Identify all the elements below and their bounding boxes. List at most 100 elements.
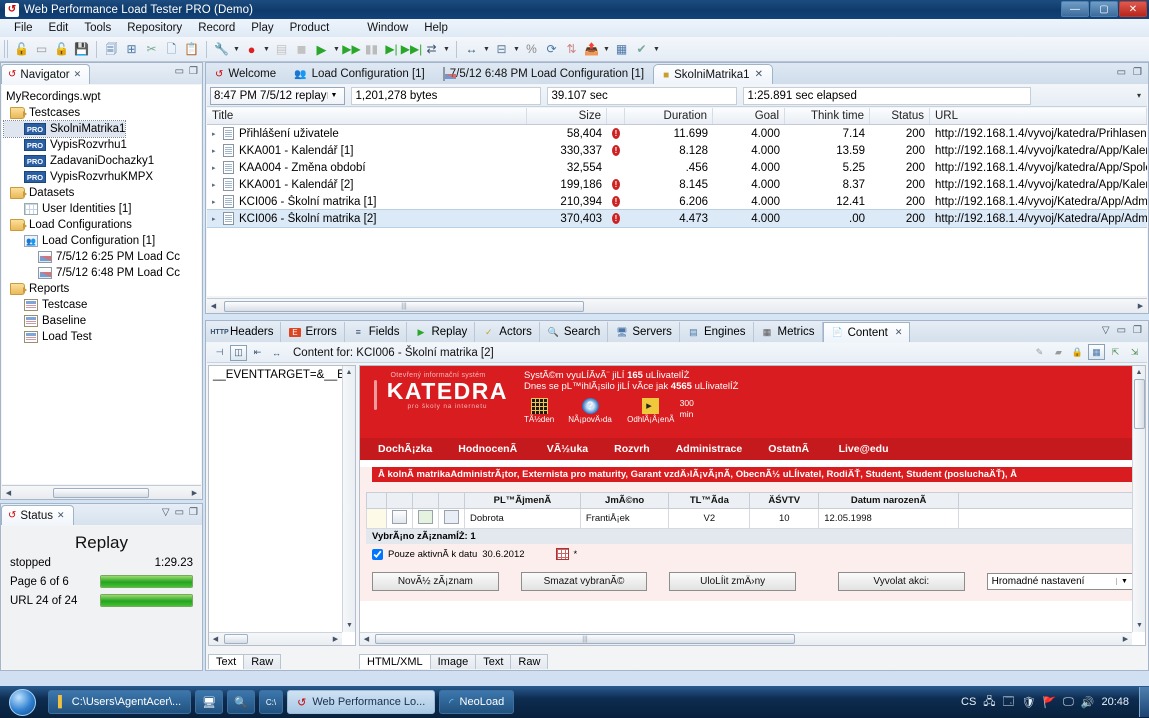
katedra-nav-item-0[interactable]: DochÃ¡zka	[378, 443, 432, 455]
expand-icon[interactable]: ▸	[212, 198, 223, 206]
skip-icon[interactable]: ▶▶|	[401, 40, 423, 59]
close-icon[interactable]: ✕	[895, 327, 903, 338]
minimize-panel-icon[interactable]: ▭	[175, 66, 184, 77]
katedra-table-row[interactable]: Dobrota FrantiÅ¡ek V2 10 12.05.1998	[366, 508, 1139, 529]
scroll-thumb[interactable]	[53, 487, 149, 498]
tab-fields[interactable]: ≡ Fields	[345, 322, 408, 342]
katedra-nav-item-6[interactable]: Live@edu	[839, 443, 889, 455]
editor-tab-load-configuration-1[interactable]: 👥 Load Configuration [1]	[285, 64, 434, 84]
paste-icon[interactable]: 📋	[182, 40, 201, 59]
maximize-panel-icon[interactable]: ❐	[189, 507, 198, 518]
chevron-down-icon[interactable]: ▼	[326, 92, 341, 99]
action-center-icon[interactable]: 🚩	[1042, 696, 1056, 709]
editor-tab-skolnimatrika1[interactable]: ■ SkolniMatrika1 ✕	[653, 64, 773, 84]
chevron-down-icon[interactable]: ▼	[1116, 578, 1128, 585]
highlight-icon[interactable]: ▰	[1050, 344, 1067, 360]
person-icon[interactable]	[444, 510, 459, 524]
katedra-help-action[interactable]: ? NÃ¡povÄ›da	[568, 398, 612, 424]
request-source-pane[interactable]: __EVENTTARGET=&__EV ▲ ▼ ◀ ▶	[208, 365, 356, 646]
bulk-settings-select[interactable]: Hromadné nastavení ▼	[986, 573, 1133, 590]
editor-hscrollbar[interactable]: ◀ ||| ▶	[207, 298, 1147, 313]
sidebar-item-load-test[interactable]: Load Test	[4, 329, 201, 345]
navigator-hscrollbar[interactable]: ◀ ▶	[2, 485, 201, 499]
tab-actors[interactable]: ✓ Actors	[475, 322, 540, 342]
render-tab-text[interactable]: Text	[475, 654, 512, 669]
taskbar-console-button[interactable]: C:\	[258, 690, 284, 714]
menu-play[interactable]: Play	[243, 21, 281, 35]
percent-icon[interactable]: %	[522, 40, 541, 59]
structure-dropdown-icon[interactable]: ▼	[512, 40, 521, 59]
sidebar-item-load-configuration-1[interactable]: 👥 Load Configuration [1]	[4, 233, 201, 249]
view-menu-icon[interactable]: ▽	[162, 507, 170, 518]
scroll-right-icon[interactable]: ▶	[1119, 635, 1132, 643]
tab-status[interactable]: ↺ Status ✕	[1, 505, 74, 525]
resize-dropdown-icon[interactable]: ▼	[482, 40, 491, 59]
scroll-up-icon[interactable]: ▲	[1133, 366, 1145, 379]
menu-file[interactable]: File	[6, 21, 41, 35]
sidebar-item-zadavanidochazky1[interactable]: PRO ZadavaniDochazky1	[4, 153, 201, 169]
shuffle-dropdown-icon[interactable]: ▼	[442, 40, 451, 59]
taskbar-wplt-button[interactable]: ↺ Web Performance Lo...	[287, 690, 436, 714]
stop-icon[interactable]: ◼	[292, 40, 311, 59]
maximize-panel-icon[interactable]: ❐	[1133, 67, 1142, 78]
table-row[interactable]: ▸ KAA004 - Změna období 32,554 .456 4.000 5.2…	[207, 159, 1147, 176]
replay-select[interactable]: 8:47 PM 7/5/12 replay ▼	[210, 86, 345, 105]
table-row[interactable]: ▸ KCI006 - Školní matrika [1] 210,394! 6.20…	[207, 193, 1147, 210]
sidebar-item-reports[interactable]: Reports	[4, 281, 201, 297]
delete-selected-button[interactable]: Smazat vybranÃ©	[520, 572, 648, 591]
import-icon[interactable]: ⇱	[1107, 344, 1124, 360]
tab-source-text[interactable]: Text	[208, 654, 245, 669]
tools-icon[interactable]: ✔	[632, 40, 651, 59]
scroll-right-icon[interactable]: ▶	[1134, 302, 1147, 310]
expand-icon[interactable]: ▸	[212, 130, 223, 138]
split-pane-icon[interactable]: ◫	[230, 344, 247, 361]
export-dropdown-icon[interactable]: ▼	[602, 40, 611, 59]
taskbar-neoload-button[interactable]: ◜ NeoLoad	[439, 690, 515, 714]
minimize-panel-icon[interactable]: ▭	[1117, 325, 1126, 336]
editor-tab-7-5-12-6-48-pm-load-configuration-1[interactable]: 7/5/12 6:48 PM Load Configuration [1]	[434, 64, 653, 84]
sync-icon[interactable]: ⟳	[542, 40, 561, 59]
scroll-right-icon[interactable]: ▶	[188, 489, 201, 497]
record-dropdown-icon[interactable]: ▼	[262, 40, 271, 59]
source-vscrollbar[interactable]: ▲ ▼	[342, 366, 355, 632]
tab-engines[interactable]: ▤ Engines	[680, 322, 754, 342]
step-icon[interactable]: ▶|	[382, 40, 401, 59]
column-header-think-time[interactable]: Think time	[785, 108, 870, 124]
scroll-down-icon[interactable]: ▼	[343, 619, 355, 632]
shield-icon[interactable]: 🛡	[1021, 696, 1035, 709]
view-menu-icon[interactable]: ▽	[1102, 325, 1110, 336]
tab-metrics[interactable]: ▦ Metrics	[754, 322, 823, 342]
copy-page-icon[interactable]: 🗐	[102, 40, 121, 59]
sidebar-item-baseline[interactable]: Baseline	[4, 313, 201, 329]
fast-forward-icon[interactable]: ▶▶	[342, 40, 361, 59]
scroll-left-icon[interactable]: ◀	[209, 635, 222, 643]
clipboard-icon[interactable]: ▤	[272, 40, 291, 59]
edit-icon[interactable]	[392, 510, 407, 524]
save-changes-button[interactable]: UloLÍit zmÄ›ny	[669, 572, 796, 591]
sidebar-item-7-5-12-6-25-pm-load-cc[interactable]: 7/5/12 6:25 PM Load Cc	[4, 249, 201, 265]
volume-icon[interactable]: 🗔	[1003, 693, 1015, 712]
row-list-cell[interactable]	[412, 508, 439, 529]
maximize-button[interactable]: ▢	[1090, 1, 1118, 17]
katedra-nav-item-1[interactable]: HodnocenÃ­	[458, 443, 520, 455]
browser-vscrollbar[interactable]: ▲ ▼	[1132, 366, 1145, 632]
wrench-dropdown-icon[interactable]: ▼	[232, 40, 241, 59]
scroll-right-icon[interactable]: ▶	[329, 635, 342, 643]
column-header-goal[interactable]: Goal	[713, 108, 785, 124]
close-button[interactable]: ✕	[1119, 1, 1147, 17]
close-icon[interactable]: ✕	[57, 510, 65, 521]
sidebar-item-vypisrozvrhukmpx[interactable]: PRO VypisRozvrhuKMPX	[4, 169, 201, 185]
tab-content[interactable]: 📄 Content ✕	[822, 322, 911, 342]
scroll-thumb[interactable]	[224, 634, 248, 644]
katedra-nav-item-5[interactable]: OstatnÃ­	[768, 443, 812, 455]
pin-icon[interactable]: ✎	[1031, 344, 1048, 360]
menu-window[interactable]: Window	[359, 21, 416, 35]
taskbar-search-button[interactable]: 🔍	[227, 690, 255, 714]
expand-icon[interactable]: ↔	[268, 345, 285, 361]
network-icon[interactable]: 🖧	[983, 693, 995, 712]
tab-replay[interactable]: ▶ Replay	[407, 322, 476, 342]
column-header-size[interactable]: Size	[527, 108, 607, 124]
column-header-duration[interactable]: Duration	[625, 108, 713, 124]
list-icon[interactable]	[418, 510, 433, 524]
copy-icon[interactable]: 🗋	[162, 40, 181, 59]
